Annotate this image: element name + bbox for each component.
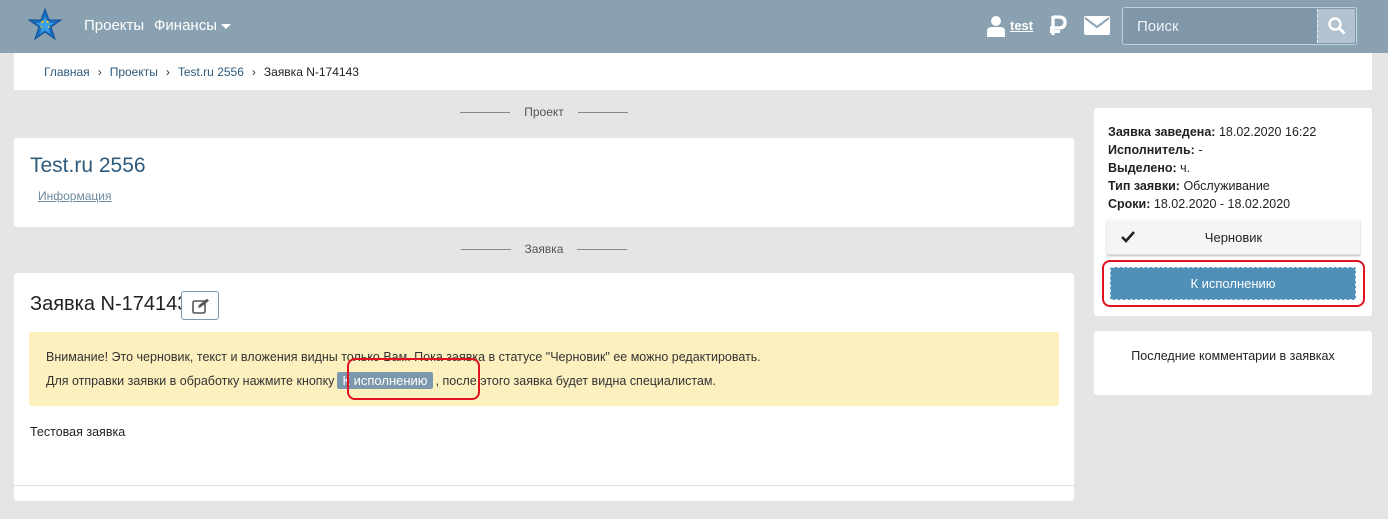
divider-line (577, 112, 628, 114)
mail-icon[interactable] (1084, 16, 1110, 35)
breadcrumb-home[interactable]: Главная (44, 65, 90, 79)
top-navbar: Проекты Финансы test (0, 0, 1388, 53)
meta-allocated-value: ч. (1180, 161, 1191, 175)
breadcrumb-project[interactable]: Test.ru 2556 (178, 65, 244, 79)
divider-line (460, 249, 511, 251)
status-label: Черновик (1204, 230, 1263, 245)
project-info-link[interactable]: Информация (38, 189, 111, 203)
chevron-down-icon (220, 23, 231, 29)
divider-line (577, 249, 628, 251)
meta-created-label: Заявка заведена: (1108, 125, 1216, 139)
breadcrumb-bar: Главная › Проекты › Test.ru 2556 › Заявка N-17… (14, 53, 1372, 90)
section-divider-project: Проект (14, 105, 1074, 119)
draft-alert: Внимание! Это черновик, текст и вложения… (29, 332, 1059, 406)
ruble-icon[interactable] (1049, 14, 1067, 36)
meta-allocated: Выделено: ч. (1108, 161, 1190, 175)
logo-icon[interactable] (27, 8, 63, 44)
edit-ticket-button[interactable] (181, 291, 219, 320)
meta-deadline-label: Сроки: (1108, 197, 1151, 211)
project-card: Test.ru 2556 Информация (14, 138, 1074, 227)
search-icon (1328, 17, 1346, 35)
breadcrumb-separator: › (97, 65, 102, 79)
execute-button[interactable]: К исполнению (1110, 267, 1356, 300)
inline-execute-badge: К исполнению (337, 372, 433, 389)
nav-finance-label: Финансы (154, 17, 217, 34)
meta-executor: Исполнитель: - (1108, 143, 1203, 157)
meta-deadline-value: 18.02.2020 - 18.02.2020 (1153, 197, 1291, 211)
section-label-project: Проект (524, 105, 564, 119)
alert-text-before: Для отправки заявки в обработку нажмите … (46, 374, 335, 388)
breadcrumb-current: Заявка N-174143 (263, 65, 359, 79)
meta-allocated-label: Выделено: (1108, 161, 1177, 175)
ticket-details-card: Заявка заведена: 18.02.2020 16:22 Исполн… (1094, 108, 1372, 316)
breadcrumb-projects[interactable]: Проекты (110, 65, 158, 79)
search-button[interactable] (1317, 9, 1355, 43)
alert-text-line1: Внимание! Это черновик, текст и вложения… (46, 350, 761, 364)
alert-text-after: , после этого заявка будет видна специал… (435, 374, 716, 388)
ticket-card: Заявка N-174143 Внимание! Это черновик, … (14, 273, 1074, 501)
ticket-title: Заявка N-174143 (30, 293, 189, 315)
breadcrumb: Главная › Проекты › Test.ru 2556 › Заявка N-17… (44, 65, 359, 79)
breadcrumb-separator: › (251, 65, 256, 79)
meta-executor-value: - (1198, 143, 1203, 157)
section-label-ticket: Заявка (524, 242, 564, 256)
divider (14, 485, 1074, 486)
meta-type-value: Обслуживание (1183, 179, 1270, 193)
status-draft: Черновик (1107, 220, 1360, 255)
alert-text-line2: Для отправки заявки в обработку нажмите … (46, 372, 716, 389)
project-title[interactable]: Test.ru 2556 (30, 154, 146, 178)
nav-projects[interactable]: Проекты (84, 17, 144, 34)
divider-line (460, 112, 511, 114)
meta-created-value: 18.02.2020 16:22 (1218, 125, 1317, 139)
nav-finance-dropdown[interactable]: Финансы (154, 17, 231, 34)
meta-executor-label: Исполнитель: (1108, 143, 1195, 157)
meta-created: Заявка заведена: 18.02.2020 16:22 (1108, 125, 1316, 139)
recent-comments-card: Последние комментарии в заявках (1094, 331, 1372, 395)
search-input[interactable] (1124, 9, 1317, 43)
user-icon[interactable] (987, 15, 1005, 37)
meta-deadline: Сроки: 18.02.2020 - 18.02.2020 (1108, 197, 1290, 211)
meta-type-label: Тип заявки: (1108, 179, 1180, 193)
user-link[interactable]: test (1010, 18, 1033, 33)
meta-type: Тип заявки: Обслуживание (1108, 179, 1270, 193)
section-divider-ticket: Заявка (14, 242, 1074, 256)
edit-icon (192, 298, 209, 314)
ticket-body: Тестовая заявка (30, 425, 126, 439)
breadcrumb-separator: › (165, 65, 170, 79)
search-box (1122, 7, 1357, 45)
recent-comments-title: Последние комментарии в заявках (1131, 349, 1335, 363)
